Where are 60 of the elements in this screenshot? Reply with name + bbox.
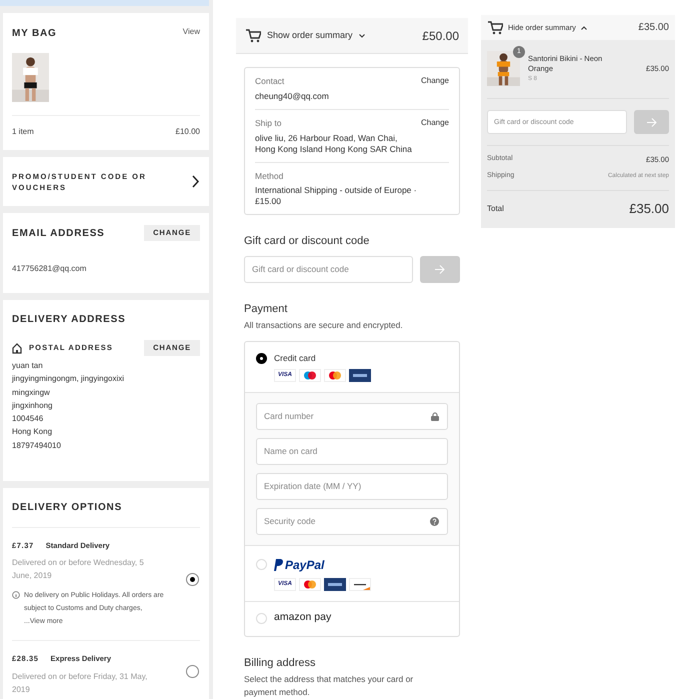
section-title: Gift card or discount code [244,234,370,250]
change-link[interactable]: Change [420,116,449,130]
payment-radio[interactable] [256,613,267,624]
change-link[interactable]: Change [420,75,449,88]
card-logo-icon [324,578,346,591]
chevron-up-icon [580,26,587,30]
payment-label: PayPal [285,556,324,574]
card-logo-icon [328,370,342,380]
card-logo-icon [303,580,317,589]
apply-button[interactable] [420,256,460,283]
payment-label: Credit card [274,352,316,365]
review-label: Method [255,170,284,182]
section-title: DELIVERY OPTIONS [12,501,124,515]
cart-icon [245,28,261,43]
card-logo-icon [349,578,371,591]
item-count: 1 item [12,126,34,138]
cart-icon [487,20,503,35]
total-label: Total [487,202,504,214]
view-link[interactable]: View [182,26,200,38]
paypal-icon [274,558,283,571]
apply-button[interactable] [634,110,669,134]
delivery-date: Delivered on or before Wednesday, 5 June, 2019 [12,557,145,582]
help-icon [430,516,439,526]
review-label: Contact [255,75,284,88]
input-field[interactable]: Card number [256,402,448,430]
chevron-right-icon [192,175,200,188]
input-field[interactable]: Name on card [256,438,448,465]
review-value: International Shipping - outside of Europe · £15.00 [255,185,418,208]
info-icon [12,591,20,600]
lock-icon [431,412,439,421]
review-value: olive liu, 26 Harbour Road, Wan Chai, Hong Kong Island Hong Kong SAR China [255,132,413,154]
section-title: EMAIL ADDRESS [12,226,105,240]
payment-radio[interactable] [256,352,267,364]
house-icon [12,342,22,354]
email-value: 417756281@qq.com [12,263,88,275]
input-field[interactable]: Security code [256,508,448,535]
address-text: yuan tan jingyingmingongm, jingyingoxixi mingxingw jingxinhong 1004546 Hong Kong 18797494010 [12,360,126,452]
total-amount: £35.00 [629,200,669,218]
section-subtitle: All transactions are secure and encrypted. [244,319,404,332]
arrow-right-icon [435,264,445,274]
section-title: DELIVERY ADDRESS [12,313,127,327]
payment-label: amazon pay [274,610,332,625]
chevron-down-icon [358,34,365,38]
input-field[interactable]: Expiration date (MM / YY) [256,472,448,500]
card-logo-icon [303,370,317,380]
card-logo-icon [349,368,371,382]
section-subtitle: Select the address that matches your card or payment method. [244,673,414,699]
section-title: MY BAG [12,27,57,41]
review-value: cheung40@qq.com [255,90,330,102]
arrow-right-icon [646,118,656,126]
section-title: Payment [244,302,288,317]
delivery-date: Delivered on or before Friday, 31 May, 2019 [12,670,148,696]
bag-total: £10.00 [176,126,200,138]
payment-radio[interactable] [256,559,267,570]
order-summary-toggle[interactable]: Show order summary £50.00 [236,18,468,54]
section-title: Billing address [244,656,317,670]
delivery-radio[interactable] [186,572,199,586]
review-label: Ship to [255,116,282,130]
delivery-radio[interactable] [186,664,199,678]
discount-code-field[interactable]: Gift card or discount code [244,256,413,283]
